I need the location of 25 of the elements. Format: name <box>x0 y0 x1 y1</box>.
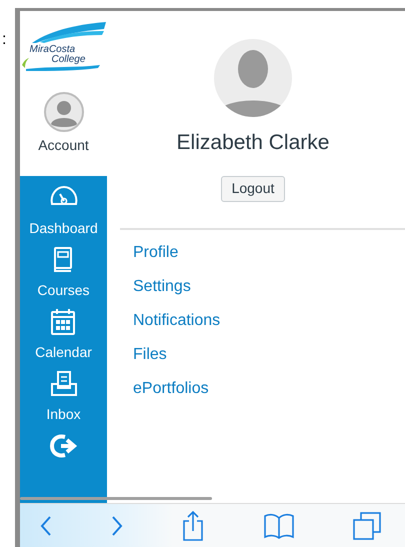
profile-link[interactable]: Profile <box>133 242 178 262</box>
profile-link[interactable]: Files <box>133 344 167 364</box>
profile-link[interactable]: Settings <box>133 276 191 296</box>
nav-item[interactable]: Courses <box>37 246 90 300</box>
book-icon[interactable] <box>264 512 294 538</box>
profile-link[interactable]: ePortfolios <box>133 378 209 398</box>
logo-text: MiraCosta <box>30 45 76 55</box>
forward-icon[interactable] <box>111 514 124 536</box>
avatar-icon <box>214 39 292 117</box>
tabs-icon[interactable] <box>353 512 382 540</box>
back-icon[interactable] <box>40 514 52 536</box>
account-nav-item[interactable]: Account <box>38 92 89 156</box>
nav-item[interactable]: Calendar <box>35 308 92 362</box>
logo-text: College <box>52 55 86 65</box>
logo[interactable]: MiraCosta College <box>22 21 106 71</box>
inbox-icon <box>48 370 78 398</box>
logout-icon[interactable] <box>48 432 78 460</box>
profile-link[interactable]: Notifications <box>133 310 220 330</box>
nav-item[interactable]: Dashboard <box>29 184 98 238</box>
share-icon[interactable] <box>182 510 204 540</box>
nav-item[interactable]: Inbox <box>46 370 81 424</box>
edge-mark: : <box>2 31 6 48</box>
avatar-icon <box>44 92 84 132</box>
user-name: Elizabeth Clarke <box>176 130 330 156</box>
logout-button[interactable]: Logout <box>220 176 286 202</box>
